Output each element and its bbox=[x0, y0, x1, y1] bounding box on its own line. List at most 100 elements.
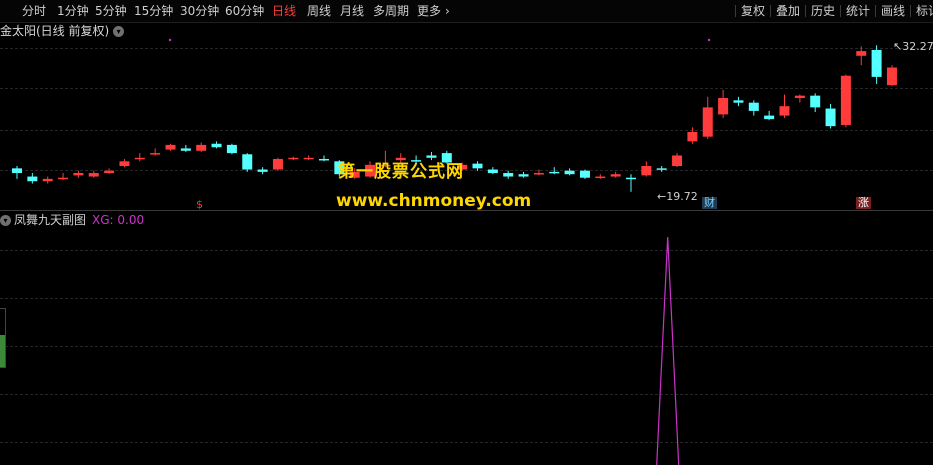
candle-body bbox=[165, 144, 176, 150]
period-tab-6[interactable]: 日线 bbox=[272, 3, 296, 19]
toolbar-separator bbox=[910, 5, 911, 17]
candle-body bbox=[886, 67, 897, 86]
candle[interactable] bbox=[472, 161, 483, 171]
candle[interactable] bbox=[579, 169, 590, 179]
candle-body bbox=[856, 51, 867, 56]
candle[interactable] bbox=[871, 45, 882, 84]
candle[interactable] bbox=[58, 173, 69, 181]
limit-up-marker[interactable]: 涨 bbox=[856, 197, 871, 209]
candle-body bbox=[88, 173, 99, 177]
candle[interactable] bbox=[196, 142, 207, 152]
period-tab-0[interactable]: 分时 bbox=[22, 3, 46, 19]
xg-indicator-chart[interactable] bbox=[0, 212, 933, 465]
tool-button-2[interactable]: 历史 bbox=[811, 3, 835, 19]
candlestick-chart[interactable] bbox=[0, 22, 933, 210]
candle-body bbox=[196, 144, 207, 151]
chevron-right-icon[interactable]: › bbox=[445, 3, 450, 19]
low-price-arrow: ← bbox=[657, 190, 667, 203]
candle[interactable] bbox=[549, 167, 560, 175]
candle[interactable] bbox=[886, 65, 897, 87]
candle-body bbox=[257, 169, 268, 172]
candle[interactable] bbox=[73, 170, 84, 178]
candle[interactable] bbox=[88, 170, 99, 178]
candle-body bbox=[533, 173, 544, 175]
candle[interactable] bbox=[42, 176, 53, 184]
candle[interactable] bbox=[764, 110, 775, 121]
high-price-label: ↖32.27 bbox=[893, 41, 933, 53]
period-tab-8[interactable]: 月线 bbox=[340, 3, 364, 19]
candle[interactable] bbox=[595, 174, 606, 179]
candle-body bbox=[610, 174, 621, 177]
candle[interactable] bbox=[134, 153, 145, 162]
candle-body bbox=[211, 143, 222, 148]
candle[interactable] bbox=[564, 168, 575, 176]
candle[interactable] bbox=[487, 167, 498, 175]
candle-body bbox=[702, 107, 713, 137]
candle-body bbox=[487, 169, 498, 174]
panel-divider[interactable] bbox=[0, 210, 933, 211]
period-tab-10[interactable]: 更多 bbox=[417, 3, 441, 19]
candle-body bbox=[810, 95, 821, 108]
candle[interactable] bbox=[718, 89, 729, 118]
candle[interactable] bbox=[272, 157, 283, 171]
candle[interactable] bbox=[840, 74, 851, 128]
candle[interactable] bbox=[779, 94, 790, 118]
finance-marker[interactable]: 财 bbox=[702, 197, 717, 209]
volume-gauge bbox=[0, 308, 6, 368]
candle-body bbox=[564, 170, 575, 175]
candle[interactable] bbox=[288, 156, 299, 161]
candle[interactable] bbox=[794, 94, 805, 103]
candle[interactable] bbox=[27, 173, 38, 184]
candle[interactable] bbox=[702, 96, 713, 140]
candle[interactable] bbox=[733, 96, 744, 107]
period-tab-7[interactable]: 周线 bbox=[307, 3, 331, 19]
candle[interactable] bbox=[319, 155, 329, 162]
candle-body bbox=[518, 174, 529, 177]
candle[interactable] bbox=[656, 166, 667, 172]
candle[interactable] bbox=[150, 148, 161, 156]
candle[interactable] bbox=[626, 174, 636, 192]
candle[interactable] bbox=[104, 168, 115, 175]
tool-button-0[interactable]: 复权 bbox=[741, 3, 765, 19]
tool-button-1[interactable]: 叠加 bbox=[776, 3, 800, 19]
candle[interactable] bbox=[12, 166, 22, 179]
candle-body bbox=[58, 177, 69, 180]
period-tab-2[interactable]: 5分钟 bbox=[95, 3, 127, 19]
period-tab-1[interactable]: 1分钟 bbox=[57, 3, 89, 19]
candle[interactable] bbox=[825, 103, 836, 129]
candle-body bbox=[42, 178, 53, 182]
candle[interactable] bbox=[503, 170, 514, 179]
period-tab-9[interactable]: 多周期 bbox=[373, 3, 409, 19]
tool-button-5[interactable]: 标记 bbox=[916, 3, 933, 19]
candle[interactable] bbox=[810, 93, 821, 113]
candle-body bbox=[764, 115, 775, 120]
period-tab-3[interactable]: 15分钟 bbox=[134, 3, 173, 19]
candle[interactable] bbox=[748, 100, 759, 116]
candle[interactable] bbox=[303, 155, 314, 161]
candle[interactable] bbox=[226, 143, 237, 155]
period-tab-5[interactable]: 60分钟 bbox=[225, 3, 264, 19]
candle[interactable] bbox=[533, 169, 544, 176]
toolbar-separator bbox=[805, 5, 806, 17]
candle[interactable] bbox=[610, 171, 621, 178]
candle[interactable] bbox=[165, 143, 176, 151]
candle[interactable] bbox=[672, 153, 683, 168]
candle-body bbox=[794, 95, 805, 98]
tool-button-3[interactable]: 统计 bbox=[846, 3, 870, 19]
tool-button-4[interactable]: 画线 bbox=[881, 3, 905, 19]
candle[interactable] bbox=[211, 141, 222, 149]
candle[interactable] bbox=[856, 46, 867, 66]
candle-body bbox=[656, 168, 667, 170]
candle-body bbox=[549, 171, 560, 174]
candle-body bbox=[595, 176, 606, 179]
candle[interactable] bbox=[518, 171, 529, 178]
candle[interactable] bbox=[242, 153, 253, 172]
candle[interactable] bbox=[687, 127, 698, 144]
candle[interactable] bbox=[180, 144, 191, 152]
period-tab-4[interactable]: 30分钟 bbox=[180, 3, 219, 19]
candle[interactable] bbox=[119, 158, 130, 168]
candle-body bbox=[779, 106, 790, 116]
candle[interactable] bbox=[641, 161, 652, 177]
candle[interactable] bbox=[257, 167, 268, 175]
candle-body bbox=[503, 173, 514, 177]
